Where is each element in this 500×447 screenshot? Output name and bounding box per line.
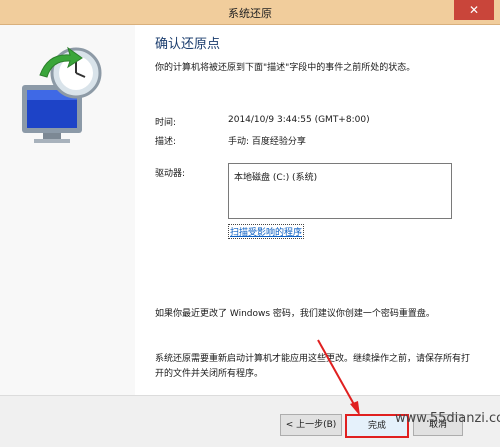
watermark: www.55dianzi.com — [395, 411, 500, 426]
annotation-arrow-icon — [317, 339, 360, 416]
